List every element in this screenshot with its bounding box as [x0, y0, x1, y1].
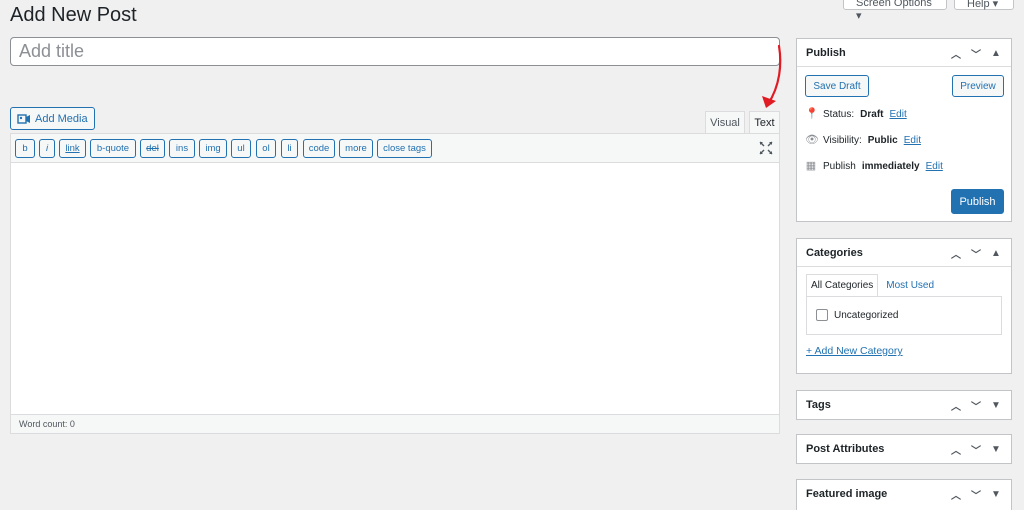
- help-button[interactable]: Help ▾: [954, 0, 1014, 10]
- quicktag-italic-button[interactable]: i: [39, 139, 55, 158]
- quicktag-del-button[interactable]: del: [140, 139, 165, 158]
- quicktag-link-button[interactable]: link: [59, 139, 86, 158]
- categories-heading: Categories: [806, 246, 863, 259]
- eye-icon: 👁: [805, 134, 819, 146]
- categories-panel: Categories ︿ ﹀ ▲ All Categories Most Use…: [796, 238, 1012, 374]
- media-icon: [17, 113, 30, 124]
- save-draft-button[interactable]: Save Draft: [805, 75, 869, 97]
- tab-most-used[interactable]: Most Used: [878, 274, 938, 296]
- publish-button[interactable]: Publish: [951, 189, 1004, 214]
- add-media-label: Add Media: [35, 112, 88, 125]
- featured-image-heading: Featured image: [806, 488, 888, 500]
- category-item[interactable]: Uncategorized: [816, 309, 898, 321]
- publish-value: immediately: [861, 160, 920, 172]
- featured-image-panel-header[interactable]: Featured image ︿ ﹀ ▼: [797, 480, 1011, 508]
- quicktag-bquote-button[interactable]: b-quote: [90, 139, 136, 158]
- quicktag-code-button[interactable]: code: [303, 139, 335, 158]
- tab-visual[interactable]: Visual: [705, 111, 745, 134]
- status-value: Draft: [860, 108, 884, 120]
- word-count: Word count: 0: [11, 414, 779, 433]
- move-up-icon[interactable]: ︿: [949, 398, 963, 413]
- add-new-category-link[interactable]: + Add New Category: [806, 345, 903, 357]
- status-row: 📍 Status: Draft Edit: [805, 108, 907, 120]
- tags-heading: Tags: [806, 399, 831, 411]
- move-up-icon[interactable]: ︿: [949, 246, 963, 261]
- tags-panel: Tags ︿ ﹀ ▼: [796, 390, 1012, 420]
- expand-icon[interactable]: ▼: [989, 489, 1003, 500]
- move-down-icon[interactable]: ﹀: [969, 487, 983, 502]
- distraction-free-icon[interactable]: [759, 141, 773, 155]
- post-title-input[interactable]: [10, 37, 780, 66]
- move-down-icon[interactable]: ﹀: [969, 442, 983, 457]
- expand-icon[interactable]: ▼: [989, 444, 1003, 455]
- quicktag-img-button[interactable]: img: [199, 139, 227, 158]
- move-down-icon[interactable]: ﹀: [969, 246, 983, 261]
- post-attributes-panel-header[interactable]: Post Attributes ︿ ﹀ ▼: [797, 435, 1011, 463]
- move-down-icon[interactable]: ﹀: [969, 398, 983, 413]
- edit-status-link[interactable]: Edit: [889, 109, 906, 120]
- quicktag-ol-button[interactable]: ol: [256, 139, 276, 158]
- move-up-icon[interactable]: ︿: [949, 46, 963, 61]
- page-title: Add New Post: [10, 4, 137, 26]
- pin-icon: 📍: [805, 108, 819, 120]
- post-attributes-panel: Post Attributes ︿ ﹀ ▼: [796, 434, 1012, 464]
- category-label: Uncategorized: [834, 309, 899, 321]
- schedule-row: ▦ Publish immediately Edit: [805, 160, 943, 172]
- post-attributes-heading: Post Attributes: [806, 443, 885, 455]
- move-down-icon[interactable]: ﹀: [969, 46, 983, 61]
- status-label: Status:: [823, 108, 855, 120]
- tags-panel-header[interactable]: Tags ︿ ﹀ ▼: [797, 391, 1011, 419]
- quicktag-ul-button[interactable]: ul: [231, 139, 251, 158]
- annotation-arrow-icon: [762, 44, 782, 108]
- category-checkbox[interactable]: [816, 309, 828, 321]
- collapse-icon[interactable]: ▲: [989, 248, 1003, 259]
- publish-panel-header[interactable]: Publish ︿ ﹀ ▲: [797, 39, 1011, 67]
- edit-schedule-link[interactable]: Edit: [926, 161, 943, 172]
- move-up-icon[interactable]: ︿: [949, 487, 963, 502]
- categories-panel-header[interactable]: Categories ︿ ﹀ ▲: [797, 239, 1011, 267]
- featured-image-panel: Featured image ︿ ﹀ ▼: [796, 479, 1012, 510]
- publish-heading: Publish: [806, 46, 846, 59]
- expand-icon[interactable]: ▼: [989, 400, 1003, 411]
- quicktag-bold-button[interactable]: b: [15, 139, 35, 158]
- quicktag-close-tags-button[interactable]: close tags: [377, 139, 432, 158]
- quicktags-toolbar: b i link b-quote del ins img ul ol li co…: [11, 134, 779, 163]
- add-media-button[interactable]: Add Media: [10, 107, 95, 130]
- quicktag-more-button[interactable]: more: [339, 139, 373, 158]
- publish-label: Publish: [823, 160, 856, 172]
- text-editor: b i link b-quote del ins img ul ol li co…: [10, 133, 780, 434]
- publish-panel: Publish ︿ ﹀ ▲ Save Draft Preview 📍 Statu…: [796, 38, 1012, 222]
- visibility-label: Visibility:: [823, 134, 862, 146]
- tab-text[interactable]: Text: [749, 111, 780, 134]
- calendar-icon: ▦: [805, 160, 817, 172]
- post-content-textarea[interactable]: [11, 164, 779, 415]
- move-up-icon[interactable]: ︿: [949, 442, 963, 457]
- edit-visibility-link[interactable]: Edit: [904, 135, 921, 146]
- quicktag-li-button[interactable]: li: [281, 139, 298, 158]
- tab-all-categories[interactable]: All Categories: [806, 274, 879, 296]
- screen-options-button[interactable]: Screen Options ▾: [843, 0, 947, 22]
- preview-button[interactable]: Preview: [952, 75, 1004, 97]
- visibility-value: Public: [867, 134, 898, 146]
- category-list: Uncategorized: [806, 296, 1002, 335]
- visibility-row: 👁 Visibility: Public Edit: [805, 134, 921, 146]
- collapse-icon[interactable]: ▲: [989, 48, 1003, 59]
- quicktag-ins-button[interactable]: ins: [169, 139, 195, 158]
